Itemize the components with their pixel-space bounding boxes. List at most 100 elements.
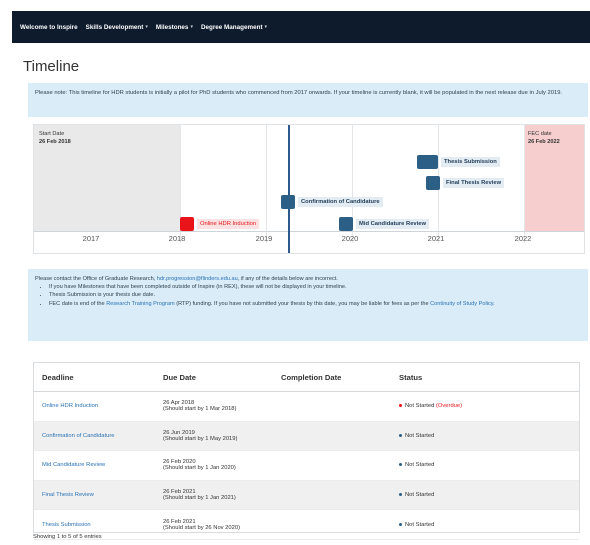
contact-intro: Please contact the Office of Graduate Re… xyxy=(35,275,581,283)
milestone-label: Final Thesis Review xyxy=(443,178,505,188)
today-marker xyxy=(288,125,290,253)
milestone-thesis-submission[interactable]: Thesis Submission xyxy=(417,155,500,169)
note-fec-date: FEC date is end of the Research Training… xyxy=(49,300,581,308)
fec-date-label: FEC date 26 Feb 2022 xyxy=(528,130,560,146)
top-navigation-bar: Welcome to Inspire Skills Development ▾ M… xyxy=(12,11,590,43)
contact-notes-list: If you have Milestones that have been co… xyxy=(35,283,581,308)
status-cell: Not Started xyxy=(391,450,579,481)
year-label: 2018 xyxy=(168,234,186,243)
status-cell: Not Started xyxy=(391,421,579,452)
completion-date xyxy=(273,480,391,511)
deadline-link[interactable]: Confirmation of Candidature xyxy=(42,433,115,439)
completion-date xyxy=(273,391,391,422)
due-date-cell: 26 Feb 2021 (Should start by 26 Nov 2020) xyxy=(155,509,273,540)
status-cell: Not Started (Overdue) xyxy=(391,391,579,422)
completion-date xyxy=(273,450,391,481)
milestone-marker xyxy=(281,195,295,209)
status-cell: Not Started xyxy=(391,509,579,540)
year-gridline xyxy=(524,125,525,243)
status-text: Not Started xyxy=(405,492,435,499)
milestone-mid-candidature-review[interactable]: Mid Candidature Review xyxy=(339,217,429,231)
status-dot xyxy=(399,463,402,467)
column-header-due-date[interactable]: Due Date xyxy=(155,363,273,392)
note-fec-text: FEC date is end of the xyxy=(49,300,105,307)
table-row: Online HDR Induction 26 Apr 2018 (Should … xyxy=(34,391,579,422)
year-label: 2022 xyxy=(514,234,532,243)
status-cell: Not Started xyxy=(391,480,579,511)
due-date: 26 Feb 2021 xyxy=(163,518,196,525)
year-gridline xyxy=(266,125,267,243)
note-fec-end: . xyxy=(493,300,495,307)
due-date-start: (Should start by 26 Nov 2020) xyxy=(163,524,241,531)
milestone-marker xyxy=(180,217,194,231)
status-text: Not Started xyxy=(405,521,435,528)
deadline-link[interactable]: Thesis Submission xyxy=(42,522,91,528)
pilot-notice: Please note: This timeline for HDR stude… xyxy=(28,83,588,117)
column-header-status[interactable]: Status xyxy=(391,363,579,392)
column-header-completion-date[interactable]: Completion Date xyxy=(273,363,391,392)
timeline-axis xyxy=(34,231,584,232)
contact-email-link[interactable]: hdr.progression@flinders.edu.au xyxy=(157,276,238,282)
milestone-label: Online HDR Induction xyxy=(197,219,260,229)
start-date-title: Start Date xyxy=(39,131,65,137)
due-date-cell: 26 Apr 2018 (Should start by 1 Mar 2018) xyxy=(155,391,273,422)
chevron-down-icon: ▾ xyxy=(190,24,193,30)
nav-degree-management[interactable]: Degree Management ▾ xyxy=(201,24,267,31)
milestone-marker xyxy=(417,155,438,169)
status-text: Not Started xyxy=(405,432,435,439)
nav-skills-development[interactable]: Skills Development ▾ xyxy=(86,24,148,31)
table-row: Confirmation of Candidature 26 Jun 2019(… xyxy=(34,421,579,452)
research-training-program-link[interactable]: Research Training Program xyxy=(106,301,174,307)
contact-intro-after: , if any of the details below are incorr… xyxy=(237,276,338,282)
completion-date xyxy=(273,421,391,452)
start-date-label: Start Date 26 Feb 2018 xyxy=(39,130,71,146)
table-row: Mid Candidature Review 26 Feb 2020 (Shoul… xyxy=(34,450,579,481)
milestone-final-thesis-review[interactable]: Final Thesis Review xyxy=(426,176,505,190)
page-title: Timeline xyxy=(23,58,80,75)
due-date-start: (Should start by 1 Jan 2021) xyxy=(163,495,236,502)
chevron-down-icon: ▾ xyxy=(145,24,148,30)
timeline-chart: Start Date 26 Feb 2018 FEC date 26 Feb 2… xyxy=(33,124,585,254)
table-entries-info: Showing 1 to 5 of 5 entries xyxy=(33,534,102,540)
milestone-online-hdr-induction[interactable]: Online HDR Induction xyxy=(180,217,260,231)
note-rex: If you have Milestones that have been co… xyxy=(49,283,581,291)
milestone-marker xyxy=(426,176,440,190)
contact-intro-text: Please contact the Office of Graduate Re… xyxy=(35,276,156,282)
table-row: Thesis Submission 26 Feb 2021 (Should sta… xyxy=(34,509,579,540)
nav-degree-label: Degree Management xyxy=(200,23,263,31)
status-text: Not Started xyxy=(405,462,435,469)
table-row: Final Thesis Review 26 Feb 2021 (Should s… xyxy=(34,480,579,511)
continuity-of-study-policy-link[interactable]: Continuity of Study Policy xyxy=(430,301,493,307)
deadline-link[interactable]: Mid Candidature Review xyxy=(42,462,105,468)
nav-skills-label: Skills Development xyxy=(85,23,144,31)
milestone-label: Thesis Submission xyxy=(441,157,500,167)
column-header-deadline[interactable]: Deadline xyxy=(34,363,155,392)
nav-welcome[interactable]: Welcome to Inspire xyxy=(20,24,78,31)
due-date-start: (Should start by 1 Jan 2020) xyxy=(163,465,236,472)
due-date-start: (Should start by 1 May 2019) xyxy=(163,435,238,442)
milestone-confirmation-of-candidature[interactable]: Confirmation of Candidature xyxy=(281,195,383,209)
status-dot xyxy=(399,433,402,437)
status-dot xyxy=(399,522,402,526)
contact-notice: Please contact the Office of Graduate Re… xyxy=(28,269,588,341)
due-date: 26 Jun 2019 xyxy=(163,429,195,436)
due-date-start: (Should start by 1 Mar 2018) xyxy=(163,406,237,413)
milestone-label: Mid Candidature Review xyxy=(356,219,429,229)
nav-welcome-label: Welcome to Inspire xyxy=(20,23,78,31)
milestones-table: Deadline Due Date Completion Date Status… xyxy=(33,362,580,540)
nav-milestones-label: Milestones xyxy=(155,23,189,31)
completion-date xyxy=(273,509,391,540)
deadline-link[interactable]: Online HDR Induction xyxy=(42,403,98,409)
year-label: 2017 xyxy=(82,234,100,243)
status-text: Not Started xyxy=(405,403,435,410)
fec-date-title: FEC date xyxy=(528,131,552,137)
milestone-marker xyxy=(339,217,353,231)
due-date-cell: 26 Jun 2019 (Should start by 1 May 2019) xyxy=(155,421,273,452)
deadline-link[interactable]: Final Thesis Review xyxy=(42,492,94,498)
fec-date-value: 26 Feb 2022 xyxy=(528,139,560,145)
nav-milestones[interactable]: Milestones ▾ xyxy=(156,24,193,31)
note-fec-text-2: (RTP) funding. If you have not submitted… xyxy=(176,300,429,307)
table-header-row: Deadline Due Date Completion Date Status xyxy=(34,363,579,392)
note-thesis-submission: Thesis Submission is your thesis due dat… xyxy=(49,291,581,299)
start-date-value: 26 Feb 2018 xyxy=(39,139,71,145)
